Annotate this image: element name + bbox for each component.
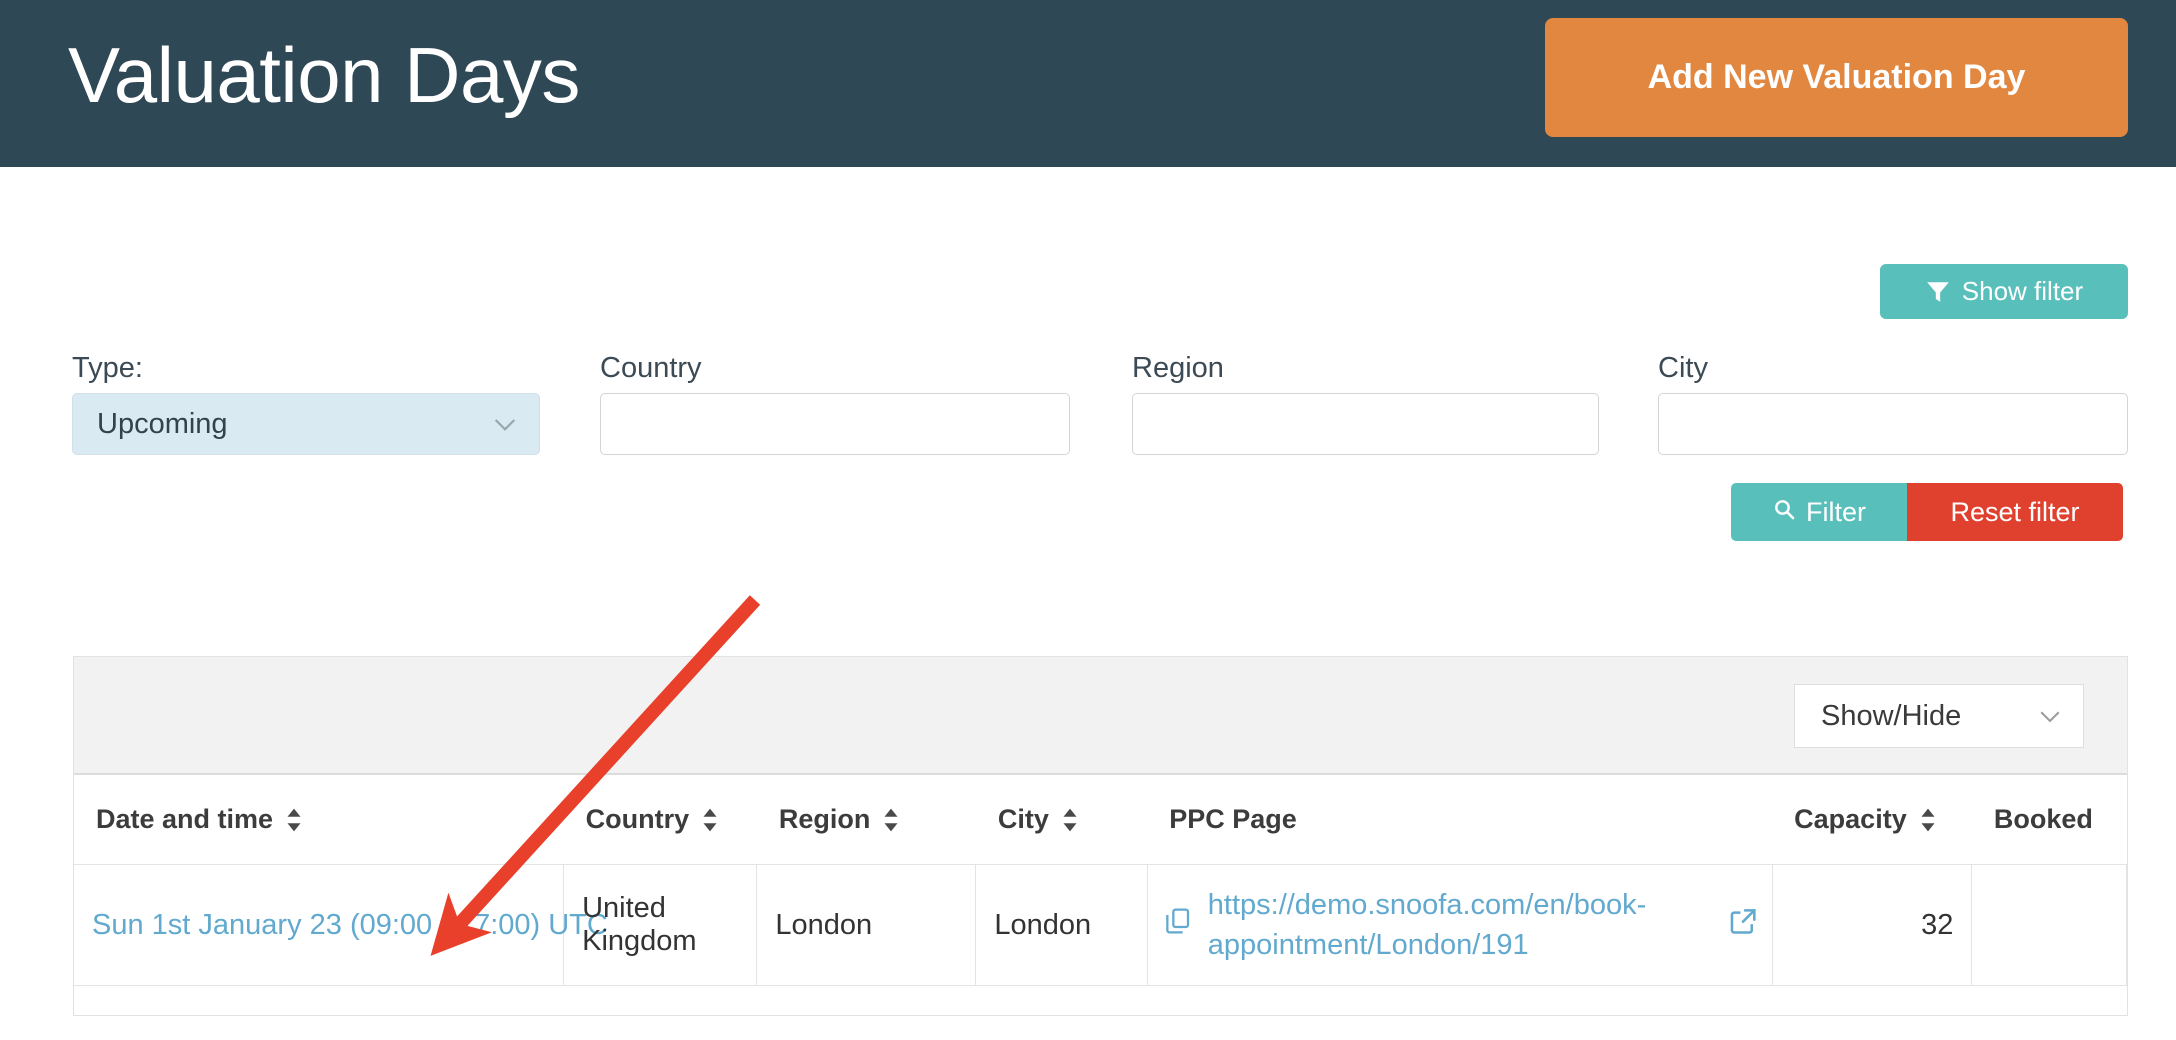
country-input[interactable] xyxy=(600,393,1070,455)
region-input[interactable] xyxy=(1132,393,1599,455)
column-label: City xyxy=(997,804,1049,834)
city-label: City xyxy=(1658,352,1708,384)
valuation-days-table: Date and time Country Region City PPC Pa… xyxy=(74,775,2127,986)
funnel-icon xyxy=(1925,279,1951,305)
cell-ppc-page: https://demo.snoofa.com/en/book-appointm… xyxy=(1147,864,1773,986)
cell-country: United Kingdom xyxy=(563,864,758,986)
column-header-date-and-time[interactable]: Date and time xyxy=(74,775,564,865)
filter-action-group: Filter Reset filter xyxy=(1731,483,2123,541)
sort-icon[interactable] xyxy=(882,807,900,833)
cell-booked xyxy=(1971,864,2127,986)
filter-field-type: Type: Upcoming xyxy=(72,350,540,455)
filter-field-country: Country xyxy=(600,350,1070,455)
sort-icon[interactable] xyxy=(285,807,303,833)
column-header-region[interactable]: Region xyxy=(756,775,976,865)
sort-icon[interactable] xyxy=(1919,807,1937,833)
cell-date-and-time: Sun 1st January 23 (09:00 - 17:00) UTC xyxy=(74,864,608,986)
external-link-icon[interactable] xyxy=(1726,904,1760,946)
column-label: PPC Page xyxy=(1169,804,1297,834)
search-icon xyxy=(1772,497,1796,528)
type-selected-value: Upcoming xyxy=(97,407,228,440)
valuation-day-link[interactable]: Sun 1st January 23 (09:00 - 17:00) UTC xyxy=(92,909,608,941)
show-filter-label: Show filter xyxy=(1961,276,2084,306)
filter-button-label: Filter xyxy=(1806,496,1866,527)
page-title: Valuation Days xyxy=(68,31,580,119)
city-input[interactable] xyxy=(1658,393,2128,455)
reset-filter-button[interactable]: Reset filter xyxy=(1907,483,2123,541)
valuation-days-table-card: Show/Hide Date and time Country Region C… xyxy=(73,656,2128,1016)
filter-field-region: Region xyxy=(1132,350,1599,455)
column-header-city[interactable]: City xyxy=(975,775,1148,865)
column-header-capacity[interactable]: Capacity xyxy=(1772,775,1972,865)
table-toolbar: Show/Hide xyxy=(74,657,2127,775)
column-header-ppc-page: PPC Page xyxy=(1147,775,1773,865)
show-hide-columns-dropdown[interactable]: Show/Hide xyxy=(1794,684,2084,748)
cell-city: London xyxy=(975,864,1148,986)
copy-icon[interactable] xyxy=(1162,905,1194,945)
column-label: Capacity xyxy=(1794,804,1907,834)
filter-button[interactable]: Filter xyxy=(1731,483,1907,541)
ppc-page-link[interactable]: https://demo.snoofa.com/en/book-appointm… xyxy=(1208,885,1712,965)
add-new-valuation-day-button[interactable]: Add New Valuation Day xyxy=(1545,18,2128,137)
cell-region: London xyxy=(756,864,977,986)
type-select[interactable]: Upcoming xyxy=(72,393,540,455)
cell-capacity: 32 xyxy=(1772,864,1973,986)
filter-field-city: City xyxy=(1658,350,2128,455)
table-row: Sun 1st January 23 (09:00 - 17:00) UTC U… xyxy=(74,864,2127,986)
sort-icon[interactable] xyxy=(1061,807,1079,833)
chevron-down-icon xyxy=(2035,701,2065,731)
table-header-row: Date and time Country Region City PPC Pa… xyxy=(74,775,2127,865)
column-header-booked: Booked xyxy=(1971,775,2127,865)
column-label: Country xyxy=(585,804,690,834)
region-label: Region xyxy=(1132,352,1224,384)
column-header-country[interactable]: Country xyxy=(563,775,757,865)
show-filter-button[interactable]: Show filter xyxy=(1880,264,2128,319)
show-hide-label: Show/Hide xyxy=(1821,699,1962,732)
country-label: Country xyxy=(600,352,702,384)
page-header: Valuation Days Add New Valuation Day xyxy=(0,0,2176,167)
column-label: Booked xyxy=(1993,804,2093,834)
column-label: Date and time xyxy=(96,804,274,834)
chevron-down-icon xyxy=(489,408,521,440)
sort-icon[interactable] xyxy=(701,807,719,833)
type-label: Type: xyxy=(72,352,143,384)
column-label: Region xyxy=(778,804,871,834)
